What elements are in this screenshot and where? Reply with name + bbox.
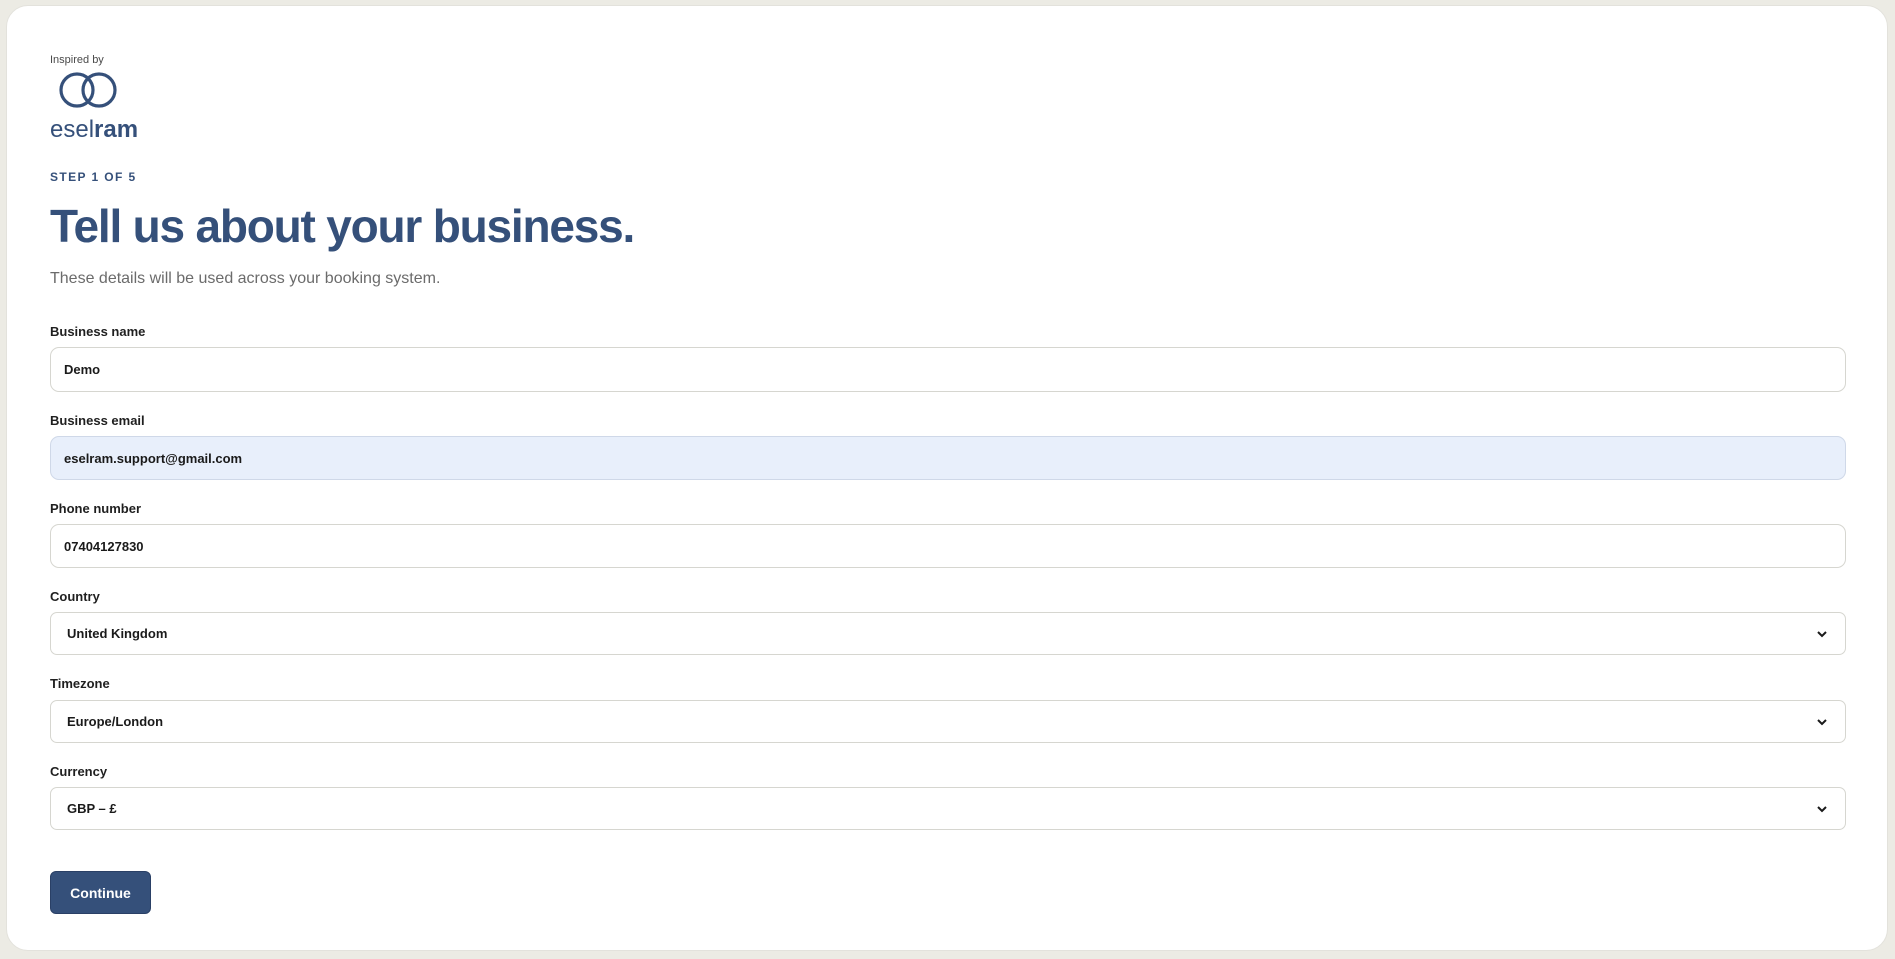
business-email-input[interactable] bbox=[50, 436, 1846, 480]
country-label: Country bbox=[50, 589, 100, 604]
currency-select[interactable]: GBP – £ bbox=[50, 787, 1846, 830]
timezone-select[interactable]: Europe/London bbox=[50, 700, 1846, 743]
chevron-down-icon bbox=[1817, 630, 1827, 637]
page-title: Tell us about your business. bbox=[50, 200, 635, 252]
country-select[interactable]: United Kingdom bbox=[50, 612, 1846, 655]
onboarding-card: Inspired by eselram STEP 1 OF 5 Tell us … bbox=[6, 5, 1888, 951]
step-indicator: STEP 1 OF 5 bbox=[50, 170, 137, 184]
business-email-label: Business email bbox=[50, 413, 145, 428]
eselram-logo: eselram bbox=[50, 72, 140, 144]
page-subtitle: These details will be used across your b… bbox=[50, 270, 441, 287]
timezone-label: Timezone bbox=[50, 676, 110, 691]
phone-number-input[interactable] bbox=[50, 524, 1846, 568]
chevron-down-icon bbox=[1817, 805, 1827, 812]
chevron-down-icon bbox=[1817, 718, 1827, 725]
inspired-by-label: Inspired by bbox=[50, 54, 104, 66]
business-name-input[interactable] bbox=[50, 347, 1846, 392]
continue-button[interactable]: Continue bbox=[50, 871, 151, 914]
phone-number-label: Phone number bbox=[50, 501, 142, 516]
country-selected-value: United Kingdom bbox=[67, 626, 168, 641]
logo-wordmark: eselram bbox=[50, 118, 138, 142]
currency-label: Currency bbox=[50, 764, 108, 779]
timezone-selected-value: Europe/London bbox=[67, 714, 164, 729]
interlocking-rings-logo-icon bbox=[59, 72, 117, 108]
currency-selected-value: GBP – £ bbox=[67, 801, 117, 816]
business-name-label: Business name bbox=[50, 324, 146, 339]
logo-wordmark-light: esel bbox=[50, 116, 95, 143]
logo-wordmark-bold: ram bbox=[94, 116, 139, 143]
